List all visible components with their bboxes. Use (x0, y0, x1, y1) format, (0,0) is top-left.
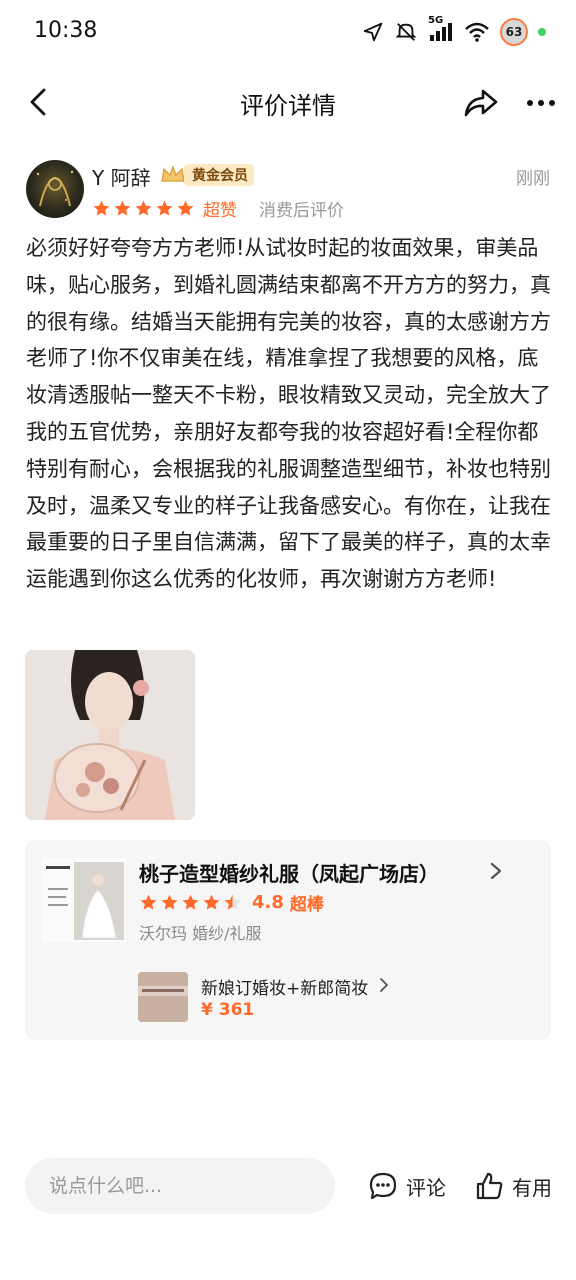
status-dot (538, 28, 546, 36)
useful-button[interactable]: 有用 (474, 1166, 552, 1206)
useful-label: 有用 (512, 1175, 552, 1200)
star-icon (135, 200, 152, 216)
signal-icon: 5G (428, 15, 454, 43)
chevron-right-icon[interactable] (485, 860, 507, 882)
chevron-right-icon[interactable] (377, 977, 391, 993)
star-icon (161, 894, 178, 910)
thumb-up-icon (476, 1172, 503, 1200)
shop-rating-score: 4.8 (252, 892, 284, 913)
header: 评价详情 (0, 64, 576, 140)
star-icon (177, 200, 194, 216)
shop-card[interactable]: 桃子造型婚纱礼服（凤起广场店） 4.8 超棒 沃尔玛 婚纱/礼服 新娘订婚妆+新… (25, 840, 551, 1040)
shop-name[interactable]: 桃子造型婚纱礼服（凤起广场店） (139, 858, 439, 887)
share-icon (464, 89, 498, 117)
wifi-icon (464, 21, 490, 43)
product-name[interactable]: 新娘订婚妆+新郎简妆 (201, 974, 368, 999)
status-bar: 10:38 5G 63 (0, 0, 576, 64)
network-label: 5G (428, 15, 444, 26)
rating-word: 超赞 (203, 201, 237, 221)
comment-button[interactable]: 评论 (368, 1166, 446, 1206)
user-name[interactable]: Y 阿辞 (92, 162, 151, 191)
member-badge-label: 黄金会员 (184, 164, 254, 186)
shop-rating: 4.8 超棒 (139, 890, 324, 915)
review-photo[interactable] (25, 650, 195, 820)
shop-thumb (42, 858, 126, 942)
product-price: ¥ 361 (201, 1000, 255, 1020)
comment-input[interactable] (25, 1158, 335, 1214)
mute-icon (394, 21, 418, 43)
status-icons: 5G 63 (362, 15, 546, 46)
more-icon (527, 100, 555, 106)
star-icon (114, 200, 131, 216)
battery-icon: 63 (500, 18, 528, 46)
review-text: 必须好好夸夸方方老师!从试妆时起的妆面效果，审美品味，贴心服务，到婚礼圆满结束都… (26, 236, 551, 592)
shop-rating-word: 超棒 (289, 895, 324, 915)
review-time: 刚刚 (516, 169, 550, 189)
member-badge: 黄金会员 (158, 162, 254, 188)
avatar[interactable] (26, 160, 84, 218)
review-source: 消费后评价 (259, 201, 344, 221)
more-button[interactable] (520, 82, 562, 124)
comment-label: 评论 (406, 1175, 446, 1200)
status-time: 10:38 (34, 18, 98, 43)
shop-meta: 沃尔玛 婚纱/礼服 (139, 924, 262, 943)
star-half-icon (224, 894, 241, 910)
star-icon (156, 200, 173, 216)
star-icon (182, 894, 199, 910)
star-icon (93, 200, 110, 216)
product-thumb[interactable] (138, 972, 188, 1022)
review-stars: 超赞 消费后评价 (92, 196, 344, 221)
comment-icon (369, 1172, 397, 1200)
star-icon (140, 894, 157, 910)
share-button[interactable] (460, 82, 502, 124)
star-icon (203, 894, 220, 910)
location-arrow-icon (362, 21, 384, 43)
